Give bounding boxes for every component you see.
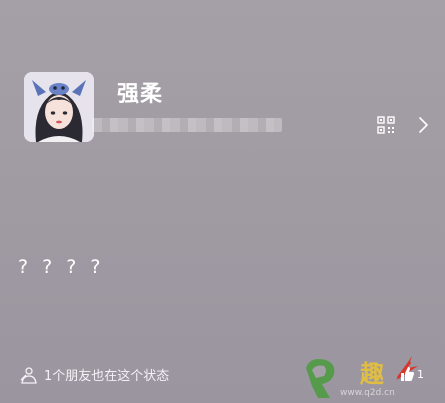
watermark-text: 趣 <box>360 359 384 388</box>
like-button[interactable]: 1 <box>399 366 424 382</box>
thumbs-up-icon <box>401 367 414 381</box>
avatar-image <box>24 72 94 142</box>
avatar[interactable] <box>24 72 94 142</box>
chevron-right-icon[interactable] <box>417 116 429 134</box>
profile-name: 强柔 <box>117 82 164 107</box>
status-text: ? ? ? ? <box>18 256 105 278</box>
like-count: 1 <box>417 367 424 381</box>
friend-status-icon <box>20 366 37 384</box>
watermark-url: www.q2d.cn <box>340 388 395 398</box>
blurred-user-id <box>92 118 282 132</box>
friends-in-status[interactable]: 1个朋友也在这个状态 <box>20 365 169 384</box>
qr-code-icon[interactable] <box>377 116 395 134</box>
friends-status-label: 1个朋友也在这个状态 <box>44 369 170 384</box>
